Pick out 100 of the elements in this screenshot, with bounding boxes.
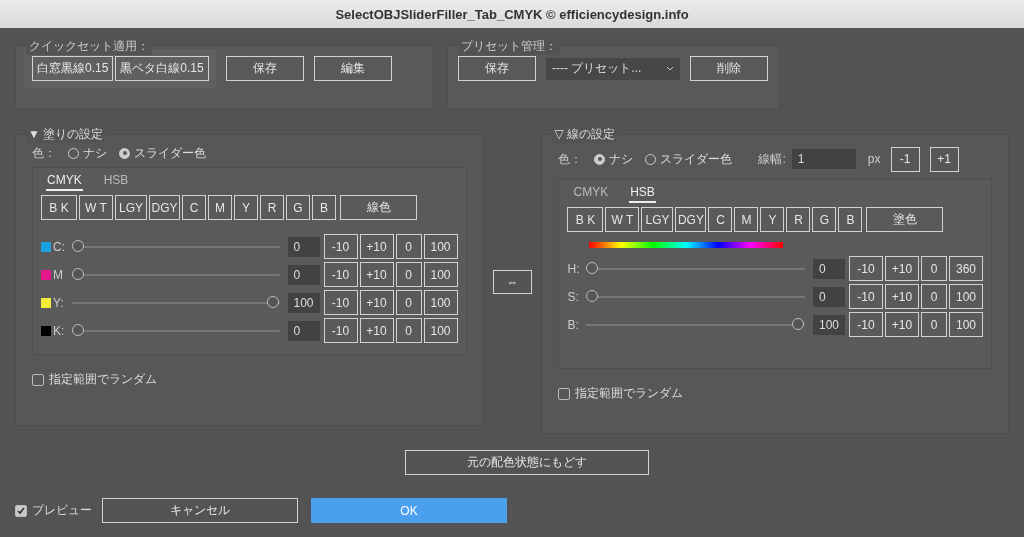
preset-color-button[interactable]: B (312, 195, 336, 220)
step-button[interactable]: -10 (323, 318, 358, 343)
color-mode-tab[interactable]: CMYK (572, 183, 610, 203)
delete-button[interactable]: 削除 (690, 56, 768, 81)
window-title: SelectOBJSliderFiller_Tab_CMYK © efficiencydesign.info (335, 6, 689, 22)
step-button[interactable]: +10 (359, 262, 394, 287)
cancel-button[interactable]: キャンセル (102, 498, 298, 523)
preset-color-button[interactable]: G (812, 207, 837, 232)
group-label: プリセット管理： (458, 38, 560, 55)
slider-thumb[interactable] (792, 318, 804, 330)
panel-header[interactable]: ▽ 線の設定 (552, 126, 618, 143)
slider-thumb[interactable] (586, 290, 599, 302)
value-field[interactable]: 0 (287, 320, 320, 341)
radio-icon[interactable] (119, 147, 130, 159)
channel-label: B: (567, 317, 580, 332)
checkbox-option[interactable]: 指定範囲でランダム (558, 385, 992, 402)
step-button[interactable]: 100 (423, 290, 458, 315)
step-button[interactable]: 100 (423, 318, 458, 343)
preview-checkbox[interactable]: プレビュー (15, 502, 92, 519)
step-button[interactable]: 100 (423, 262, 458, 287)
slider-thumb[interactable] (72, 268, 84, 280)
step-button[interactable]: 0 (921, 312, 947, 337)
value-field[interactable]: 100 (287, 292, 320, 313)
preset-color-button[interactable]: C (708, 207, 733, 232)
preset-color-button[interactable]: W T (605, 207, 640, 232)
step-button[interactable]: -10 (849, 256, 883, 281)
slider-thumb[interactable] (72, 240, 84, 252)
value-field[interactable]: 100 (813, 314, 845, 335)
quick-preset-button[interactable]: 白窓黒線0.15 (32, 56, 114, 81)
checkbox-icon[interactable] (558, 387, 571, 400)
slider-thumb[interactable] (72, 324, 84, 336)
step-button[interactable]: -10 (323, 290, 358, 315)
preset-color-button[interactable]: Y (234, 195, 258, 220)
copy-color-button[interactable]: 線色 (340, 195, 417, 220)
step-button[interactable]: 100 (949, 312, 983, 337)
checkbox-icon[interactable] (15, 504, 27, 517)
step-button[interactable]: 100 (949, 284, 983, 309)
value-field[interactable]: 0 (287, 236, 320, 257)
quick-preset-button[interactable]: 黒ベタ白線0.15 (115, 56, 209, 81)
save-button[interactable]: 保存 (458, 56, 536, 81)
preset-color-button[interactable]: R (260, 195, 284, 220)
copy-color-button[interactable]: 塗色 (866, 207, 944, 232)
checkbox-option[interactable]: 指定範囲でランダム (32, 371, 467, 388)
preset-color-button[interactable]: B K (41, 195, 77, 220)
preset-color-button[interactable]: DGY (149, 195, 180, 220)
step-button[interactable]: 0 (921, 284, 947, 309)
radio-option[interactable]: ナシ (594, 150, 634, 168)
step-button[interactable]: +10 (359, 290, 394, 315)
radio-icon[interactable] (594, 153, 606, 165)
channel-label: M (53, 267, 64, 282)
radio-option[interactable]: ナシ (68, 144, 107, 162)
step-button[interactable]: -10 (323, 234, 358, 259)
preset-color-button[interactable]: B (838, 207, 863, 232)
group-button[interactable]: 保存 (225, 56, 304, 81)
value-field[interactable]: 0 (287, 264, 320, 285)
step-button[interactable]: +10 (885, 284, 919, 309)
step-button[interactable]: 100 (423, 234, 458, 259)
step-button[interactable]: 0 (395, 262, 422, 287)
unit-label: px (867, 152, 881, 166)
preset-dropdown[interactable]: ---- プリセット... (546, 57, 680, 80)
preset-color-button[interactable]: M (734, 207, 759, 232)
preset-color-button[interactable]: DGY (675, 207, 707, 232)
preset-color-button[interactable]: M (208, 195, 232, 220)
width-field[interactable]: 1 (791, 149, 856, 169)
step-button[interactable]: -10 (849, 284, 883, 309)
preset-color-button[interactable]: Y (760, 207, 785, 232)
step-button[interactable]: -1 (890, 146, 920, 172)
step-button[interactable]: 0 (395, 290, 422, 315)
preset-color-button[interactable]: B K (567, 207, 604, 232)
value-field[interactable]: 0 (813, 286, 845, 307)
reset-button[interactable]: 元の配色状態にもどす (405, 450, 649, 475)
radio-option[interactable]: スライダー色 (645, 150, 733, 168)
panel-header[interactable]: ▼ 塗りの設定 (26, 126, 106, 143)
step-button[interactable]: +1 (929, 146, 959, 172)
step-button[interactable]: 0 (921, 256, 947, 281)
step-button[interactable]: +10 (359, 318, 394, 343)
preset-color-button[interactable]: W T (79, 195, 113, 220)
value-field[interactable]: 0 (813, 258, 845, 279)
preset-color-button[interactable]: LGY (641, 207, 674, 232)
preset-color-button[interactable]: G (286, 195, 310, 220)
step-button[interactable]: 0 (395, 318, 422, 343)
swap-button[interactable]: ⇔ (492, 270, 533, 294)
radio-option[interactable]: スライダー色 (119, 144, 206, 162)
preset-color-button[interactable]: C (182, 195, 206, 220)
step-button[interactable]: -10 (849, 312, 883, 337)
color-mode-tab[interactable]: CMYK (46, 171, 83, 191)
color-mode-tab[interactable]: HSB (629, 183, 656, 203)
step-button[interactable]: -10 (323, 262, 358, 287)
step-button[interactable]: 0 (395, 234, 422, 259)
slider-thumb[interactable] (586, 262, 599, 274)
step-button[interactable]: +10 (885, 256, 919, 281)
checkbox-icon[interactable] (32, 373, 44, 386)
group-button[interactable]: 編集 (313, 56, 392, 81)
preset-color-button[interactable]: LGY (115, 195, 147, 220)
preset-color-button[interactable]: R (786, 207, 811, 232)
slider-thumb[interactable] (266, 296, 279, 308)
step-button[interactable]: +10 (359, 234, 394, 259)
color-mode-tab[interactable]: HSB (102, 171, 130, 191)
step-button[interactable]: +10 (885, 312, 919, 337)
step-button[interactable]: 360 (949, 256, 983, 281)
